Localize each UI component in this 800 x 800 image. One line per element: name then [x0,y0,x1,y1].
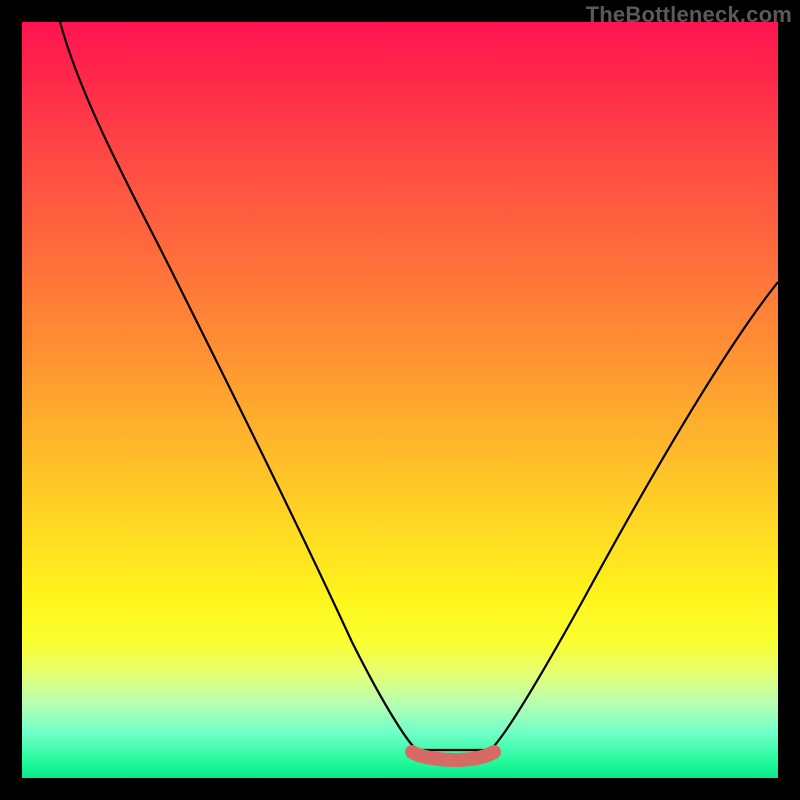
watermark-text: TheBottleneck.com [586,2,792,28]
flat-bottom-marker [412,752,494,760]
bottleneck-curve-svg [22,22,778,778]
chart-frame [22,22,778,778]
bottleneck-curve-line [60,22,778,750]
